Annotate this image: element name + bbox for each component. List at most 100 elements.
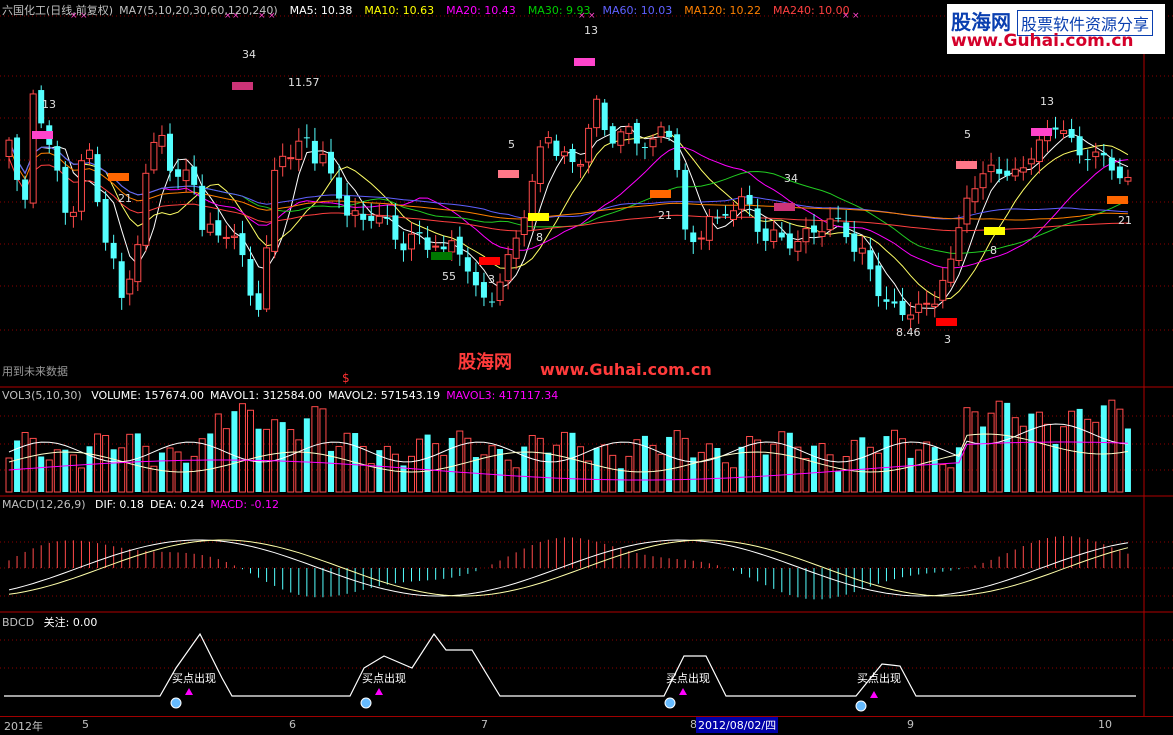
candle[interactable] bbox=[528, 174, 536, 231]
candle[interactable] bbox=[472, 262, 479, 297]
volume-bar[interactable] bbox=[770, 443, 778, 493]
candle[interactable] bbox=[496, 273, 504, 306]
volume-bar[interactable] bbox=[980, 426, 987, 492]
candle[interactable] bbox=[62, 161, 69, 225]
candle[interactable] bbox=[191, 155, 198, 195]
volume-bar[interactable] bbox=[432, 443, 440, 493]
volume-bar[interactable] bbox=[45, 459, 53, 493]
candle[interactable] bbox=[818, 220, 826, 247]
candle[interactable] bbox=[102, 191, 109, 251]
volume-bar[interactable] bbox=[802, 458, 810, 493]
volume-bar[interactable] bbox=[633, 439, 641, 493]
candle[interactable] bbox=[1011, 157, 1019, 181]
candle[interactable] bbox=[738, 187, 746, 220]
volume-bar[interactable] bbox=[609, 454, 617, 493]
candle[interactable] bbox=[811, 213, 817, 245]
volume-bar[interactable] bbox=[21, 431, 29, 493]
volume-bar[interactable] bbox=[673, 430, 681, 493]
volume-bar[interactable] bbox=[198, 438, 206, 493]
candle[interactable] bbox=[29, 89, 37, 209]
candle[interactable] bbox=[1052, 116, 1059, 139]
candle[interactable] bbox=[400, 231, 407, 262]
candlestick-series[interactable] bbox=[5, 85, 1132, 329]
volume-bar[interactable] bbox=[367, 463, 375, 493]
volume-bar[interactable] bbox=[94, 433, 102, 493]
volume-bar[interactable] bbox=[416, 438, 424, 493]
candle[interactable] bbox=[118, 252, 125, 310]
candle[interactable] bbox=[1027, 147, 1035, 175]
volume-bar[interactable] bbox=[915, 449, 923, 493]
candle[interactable] bbox=[641, 142, 648, 160]
candle[interactable] bbox=[947, 246, 955, 287]
volume-bar[interactable] bbox=[883, 436, 890, 492]
candle[interactable] bbox=[142, 163, 150, 252]
candle[interactable] bbox=[843, 210, 850, 244]
volume-bar[interactable] bbox=[891, 429, 898, 493]
candle[interactable] bbox=[344, 182, 351, 228]
candle[interactable] bbox=[657, 121, 665, 143]
volume-bar[interactable] bbox=[585, 460, 593, 493]
volume-bar[interactable] bbox=[456, 430, 464, 493]
candle[interactable] bbox=[182, 159, 190, 193]
candle[interactable] bbox=[963, 185, 971, 233]
candle[interactable] bbox=[1019, 156, 1027, 181]
candle[interactable] bbox=[697, 230, 705, 250]
candle[interactable] bbox=[69, 206, 77, 228]
volume-bar[interactable] bbox=[183, 462, 190, 492]
volume-bar[interactable] bbox=[1060, 426, 1068, 493]
candle[interactable] bbox=[875, 252, 882, 307]
time-axis[interactable]: 2012年 5 6 7 8 2012/08/02/四 9 10 bbox=[0, 716, 1173, 735]
candle[interactable] bbox=[690, 225, 697, 254]
candle[interactable] bbox=[311, 127, 318, 171]
candle[interactable] bbox=[215, 208, 222, 243]
volume-bar[interactable] bbox=[714, 448, 721, 492]
candle[interactable] bbox=[512, 230, 520, 270]
candle[interactable] bbox=[609, 122, 616, 148]
candle[interactable] bbox=[110, 234, 117, 270]
candle[interactable] bbox=[199, 174, 206, 237]
volume-bar[interactable] bbox=[497, 449, 504, 492]
volume-bar[interactable] bbox=[464, 437, 472, 493]
candle[interactable] bbox=[456, 226, 463, 266]
volume-bar[interactable] bbox=[1043, 423, 1051, 493]
candle[interactable] bbox=[14, 134, 21, 192]
candle[interactable] bbox=[319, 141, 327, 167]
volume-bar[interactable] bbox=[552, 444, 560, 493]
candle[interactable] bbox=[674, 128, 681, 178]
candle[interactable] bbox=[553, 134, 560, 161]
stock-title[interactable]: 六国化工(日线,前复权) bbox=[2, 4, 113, 17]
volume-bar[interactable] bbox=[207, 433, 214, 492]
volume-bar[interactable] bbox=[569, 432, 576, 492]
candle[interactable] bbox=[408, 222, 415, 261]
volume-bar[interactable] bbox=[29, 437, 37, 493]
volume-bar[interactable] bbox=[835, 471, 842, 492]
candle[interactable] bbox=[150, 132, 158, 174]
volume-bar[interactable] bbox=[923, 441, 931, 493]
volume-bar[interactable] bbox=[1092, 421, 1100, 493]
candle[interactable] bbox=[923, 290, 931, 316]
candle[interactable] bbox=[126, 270, 134, 306]
buy-signal-icon[interactable] bbox=[360, 697, 372, 709]
volume-bar[interactable] bbox=[786, 432, 793, 492]
volume-bar[interactable] bbox=[521, 446, 528, 492]
candle[interactable] bbox=[569, 143, 576, 173]
volume-bar[interactable] bbox=[1124, 428, 1131, 492]
volume-bar[interactable] bbox=[971, 411, 979, 493]
volume-bar[interactable] bbox=[947, 467, 955, 493]
candle[interactable] bbox=[287, 144, 295, 170]
candle[interactable] bbox=[585, 123, 593, 174]
volume-bar[interactable] bbox=[69, 454, 77, 493]
candle[interactable] bbox=[1060, 120, 1068, 139]
volume-bar[interactable] bbox=[545, 452, 552, 492]
candle[interactable] bbox=[384, 205, 391, 225]
volume-bar[interactable] bbox=[1011, 417, 1019, 493]
volume-bar[interactable] bbox=[62, 449, 69, 492]
candle[interactable] bbox=[577, 159, 585, 178]
volume-bar[interactable] bbox=[601, 444, 609, 493]
volume-bar[interactable] bbox=[1116, 408, 1124, 493]
candle[interactable] bbox=[271, 157, 279, 259]
candle[interactable] bbox=[392, 203, 399, 250]
volume-bar[interactable] bbox=[448, 437, 455, 492]
candle[interactable] bbox=[1108, 149, 1115, 180]
candle[interactable] bbox=[883, 286, 890, 310]
